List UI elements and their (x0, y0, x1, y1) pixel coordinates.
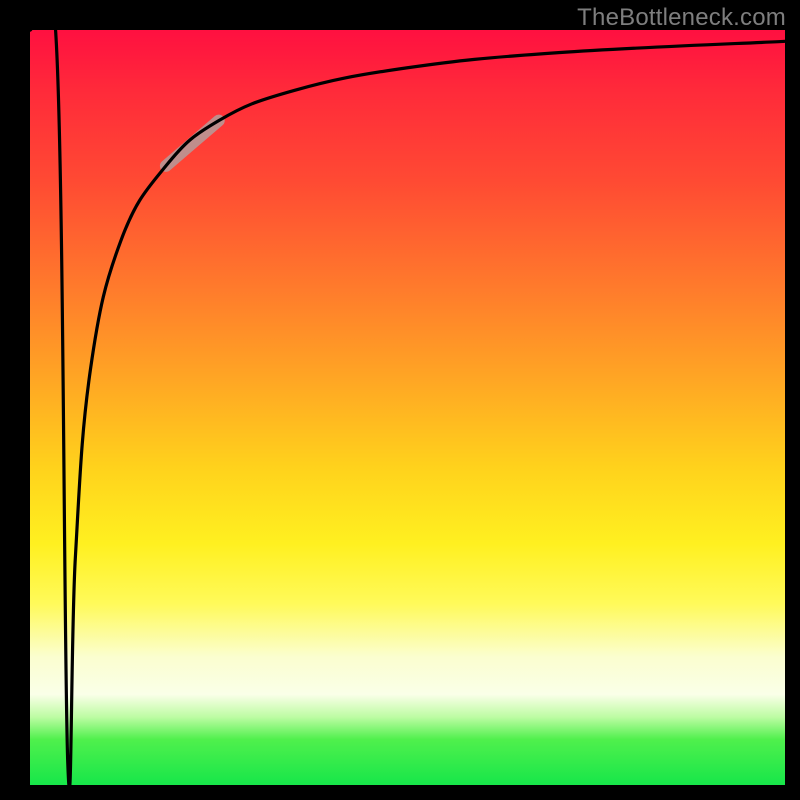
curve-highlight (166, 121, 219, 166)
curve-main (30, 0, 785, 788)
chart-frame: TheBottleneck.com (0, 0, 800, 800)
watermark-text: TheBottleneck.com (577, 4, 786, 32)
curve-layer (30, 30, 785, 785)
